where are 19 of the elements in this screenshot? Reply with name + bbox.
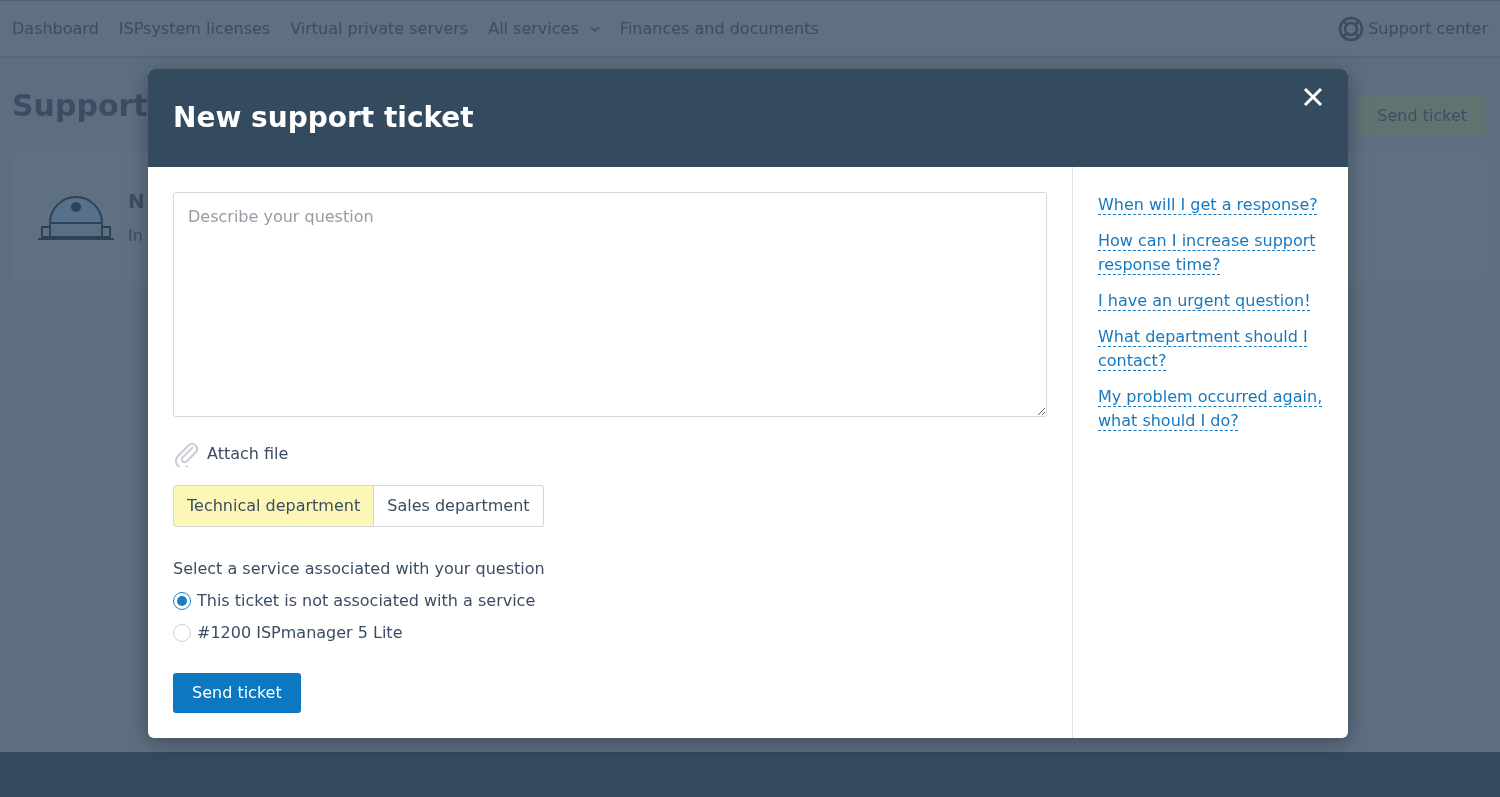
send-ticket-button[interactable]: Send ticket [173, 673, 301, 713]
radio-label: #1200 ISPmanager 5 Lite [197, 622, 403, 644]
robot-icon [38, 193, 114, 241]
attach-file-link[interactable]: Attach file [207, 442, 289, 466]
question-field[interactable]: Describe your question [173, 192, 1047, 417]
help-link[interactable]: What department should I contact? [1098, 325, 1323, 373]
help-link[interactable]: My problem occurred again, what should I do? [1098, 385, 1323, 433]
help-link[interactable]: I have an urgent question! [1098, 289, 1323, 313]
radio-label: This ticket is not associated with a service [197, 590, 536, 612]
department-tab[interactable]: Technical department [173, 485, 375, 527]
chevron-down-icon [589, 26, 600, 32]
service-prompt: Select a service associated with your question [173, 558, 546, 580]
help-link[interactable]: When will I get a response? [1098, 193, 1323, 217]
lifebuoy-icon [1338, 15, 1365, 42]
radio-button[interactable] [173, 592, 191, 610]
dialog-title: New support ticket [173, 101, 474, 135]
paperclip-icon [173, 441, 199, 467]
department-tab[interactable]: Sales department [374, 485, 544, 527]
help-link[interactable]: How can I increase support response time? [1098, 229, 1323, 277]
